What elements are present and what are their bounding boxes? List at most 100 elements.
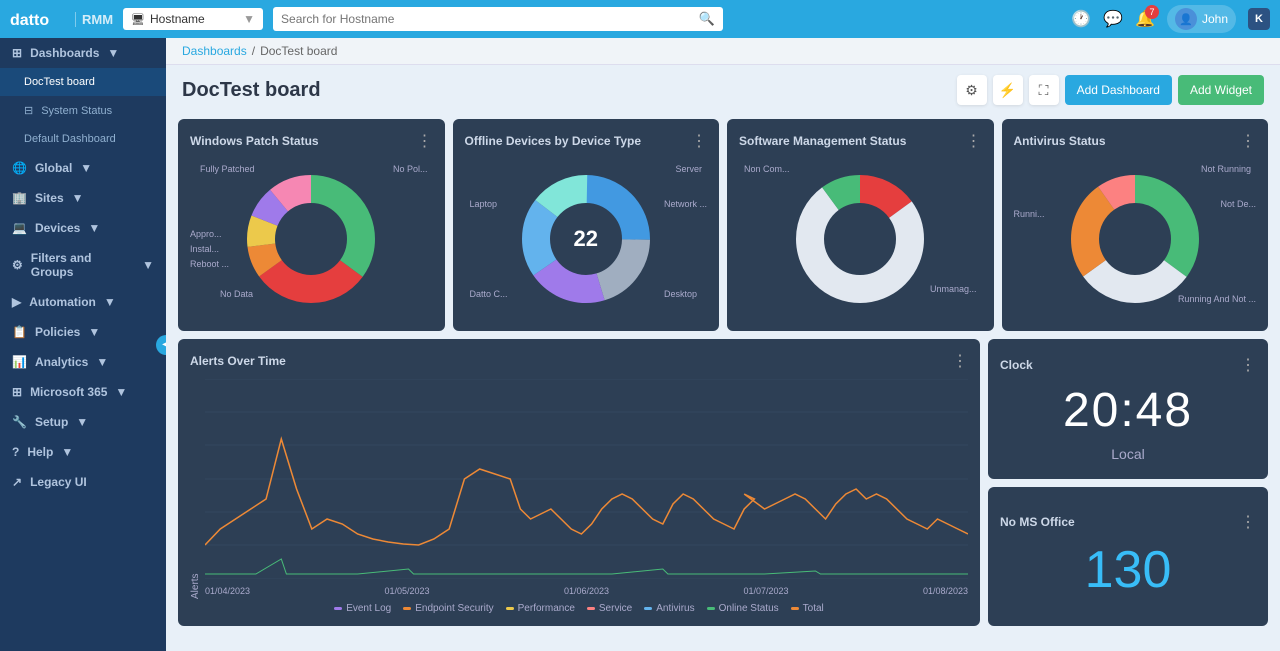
x-label-5: 01/08/2023	[923, 586, 968, 596]
offline-label-desktop: Desktop	[664, 289, 697, 299]
sidebar-automation[interactable]: ▶ Automation ▼	[0, 287, 166, 317]
legacy-icon: ↗	[12, 475, 22, 489]
sidebar-item-system-icon: ⊟	[24, 104, 33, 117]
sidebar-global[interactable]: 🌐 Global ▼	[0, 153, 166, 183]
widget-header: Software Management Status ⋮	[739, 131, 982, 151]
ms365-icon: ⊞	[12, 385, 22, 399]
sidebar-help[interactable]: ? Help ▼	[0, 437, 166, 467]
legend-label: Performance	[518, 603, 575, 614]
bell-icon[interactable]: 🔔 7	[1135, 9, 1155, 29]
widget-menu-icon[interactable]: ⋮	[691, 131, 707, 151]
clock-header: Clock ⋮	[1000, 355, 1256, 375]
sidebar-automation-label: Automation	[29, 295, 96, 309]
add-dashboard-button[interactable]: Add Dashboard	[1065, 75, 1172, 105]
sidebar-sites-label: Sites	[35, 191, 64, 205]
av-label-running: Runni...	[1014, 209, 1045, 219]
sidebar-ms365[interactable]: ⊞ Microsoft 365 ▼	[0, 377, 166, 407]
sidebar-legacy[interactable]: ↗ Legacy UI	[0, 467, 166, 497]
sidebar-dashboards[interactable]: ⊞ Dashboards ▼	[0, 38, 166, 68]
legend-performance: Performance	[506, 603, 575, 614]
patch-label-appro: Appro...	[190, 229, 222, 239]
legend-total: Total	[791, 603, 824, 614]
x-label-3: 01/06/2023	[564, 586, 609, 596]
alerts-chart-container: Alerts	[190, 379, 968, 599]
sidebar-policies[interactable]: 📋 Policies ▼	[0, 317, 166, 347]
x-label-2: 01/05/2023	[384, 586, 429, 596]
legend-label: Endpoint Security	[415, 603, 493, 614]
sidebar-item-default-dashboard[interactable]: Default Dashboard	[0, 125, 166, 153]
hostname-select[interactable]: 🖥 Hostname ▼	[123, 8, 263, 30]
page-title: DocTest board	[182, 79, 321, 102]
offline-label-laptop: Laptop	[470, 199, 498, 209]
clock-icon[interactable]: 🕐	[1071, 9, 1091, 29]
chevron-icon: ▼	[107, 46, 119, 60]
no-ms-header: No MS Office ⋮	[1000, 512, 1256, 532]
legend-dot	[403, 607, 411, 610]
breadcrumb: Dashboards / DocTest board	[166, 38, 1280, 65]
widgets-row-bottom: Alerts Over Time ⋮ Alerts	[178, 339, 1268, 626]
sidebar-analytics[interactable]: 📊 Analytics ▼	[0, 347, 166, 377]
user-button[interactable]: 👤 John	[1167, 5, 1236, 33]
breadcrumb-dashboards[interactable]: Dashboards	[182, 44, 247, 58]
patch-donut-chart	[236, 164, 386, 314]
legend-label: Total	[803, 603, 824, 614]
user-name: John	[1202, 12, 1228, 26]
alerts-svg: 12 10 8 6 4 2	[205, 379, 968, 579]
offline-label-network: Network ...	[664, 199, 707, 209]
sidebar-item-system-status[interactable]: ⊟ System Status	[0, 96, 166, 125]
logo-sub: RMM	[75, 12, 113, 27]
software-donut-chart	[785, 164, 935, 314]
offline-label-server: Server	[675, 164, 702, 174]
widget-menu-icon[interactable]: ⋮	[417, 131, 433, 151]
sidebar-item-doctest-label: DocTest board	[24, 76, 95, 88]
legend-service: Service	[587, 603, 632, 614]
av-label-runningand: Running And Not ...	[1178, 294, 1256, 304]
av-label-notde: Not De...	[1220, 199, 1256, 209]
legend-dot	[506, 607, 514, 610]
no-ms-count: 130	[1085, 540, 1172, 600]
search-input[interactable]	[281, 12, 699, 26]
sidebar-filters[interactable]: ⚙ Filters and Groups ▼	[0, 243, 166, 287]
sidebar-devices[interactable]: 💻 Devices ▼	[0, 213, 166, 243]
settings-button[interactable]: ⚙	[957, 75, 987, 105]
clock-title: Clock	[1000, 358, 1033, 372]
windows-patch-widget: Windows Patch Status ⋮	[178, 119, 445, 331]
add-widget-button[interactable]: Add Widget	[1178, 75, 1264, 105]
clock-menu-icon[interactable]: ⋮	[1240, 355, 1256, 375]
av-label-notrunning: Not Running	[1201, 164, 1251, 174]
widget-menu-icon[interactable]: ⋮	[1240, 131, 1256, 151]
widgets-grid: Windows Patch Status ⋮	[166, 111, 1280, 651]
alerts-title: Alerts Over Time	[190, 354, 286, 368]
alerts-widget: Alerts Over Time ⋮ Alerts	[178, 339, 980, 626]
search-bar[interactable]: 🔍	[273, 7, 723, 31]
patch-label-install: Instal...	[190, 244, 219, 254]
fullscreen-button[interactable]: ⛶	[1029, 75, 1059, 105]
sidebar: ⊞ Dashboards ▼ DocTest board ⊟ System St…	[0, 38, 166, 651]
legend-dot	[791, 607, 799, 610]
sidebar-item-default-label: Default Dashboard	[24, 133, 116, 145]
analytics-icon: 📊	[12, 355, 27, 369]
filters-icon: ⚙	[12, 258, 23, 272]
sidebar-filters-label: Filters and Groups	[31, 251, 134, 279]
sidebar-setup[interactable]: 🔧 Setup ▼	[0, 407, 166, 437]
sidebar-item-doctest[interactable]: DocTest board	[0, 68, 166, 96]
widget-header: Offline Devices by Device Type ⋮	[465, 131, 708, 151]
k-badge[interactable]: K	[1248, 8, 1270, 30]
share-button[interactable]: ⚡	[993, 75, 1023, 105]
sidebar-global-label: Global	[35, 161, 72, 175]
chat-icon[interactable]: 💬	[1103, 9, 1123, 29]
setup-icon: 🔧	[12, 415, 27, 429]
sidebar-policies-label: Policies	[35, 325, 80, 339]
no-ms-menu-icon[interactable]: ⋮	[1240, 512, 1256, 532]
patch-label-reboot: Reboot ...	[190, 259, 229, 269]
patch-label-fully: Fully Patched	[200, 164, 255, 174]
software-mgmt-widget: Software Management Status ⋮ Non Com... …	[727, 119, 994, 331]
clock-timezone: Local	[1111, 446, 1144, 462]
sidebar-devices-label: Devices	[35, 221, 80, 235]
widget-menu-icon[interactable]: ⋮	[966, 131, 982, 151]
alerts-menu-icon[interactable]: ⋮	[952, 351, 968, 371]
nav-icons: 🕐 💬 🔔 7 👤 John K	[1071, 5, 1270, 33]
sidebar-sites[interactable]: 🏢 Sites ▼	[0, 183, 166, 213]
header-actions: ⚙ ⚡ ⛶ Add Dashboard Add Widget	[957, 75, 1264, 105]
legend-online-status: Online Status	[707, 603, 779, 614]
